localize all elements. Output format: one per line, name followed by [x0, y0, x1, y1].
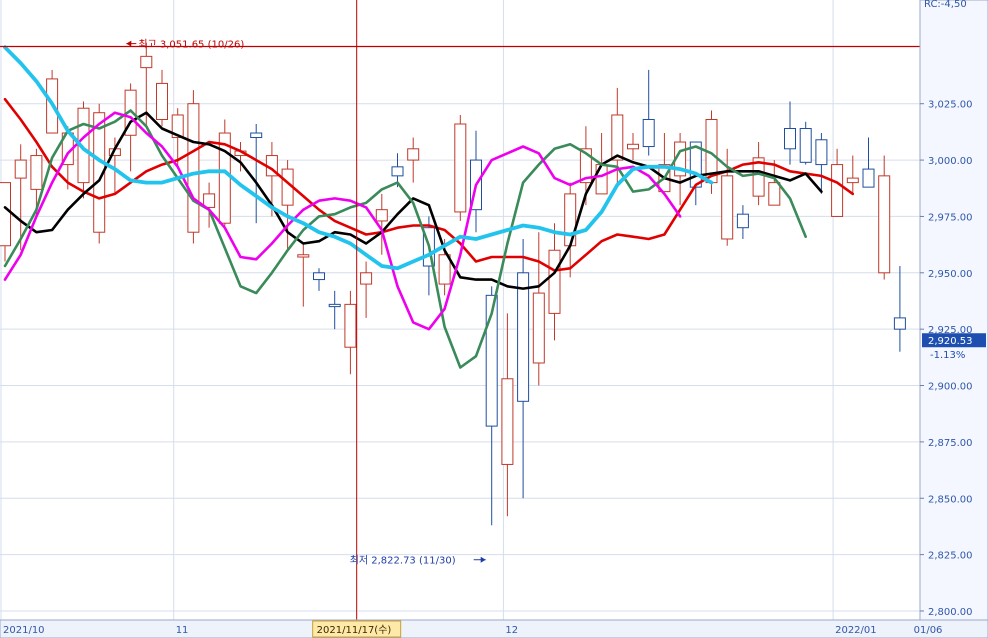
y-tick-label: 2,975.00 [928, 212, 973, 223]
low-annotation: 최저 2,822.73 (11/30) [350, 555, 456, 567]
candle-body [878, 175, 891, 274]
candle-body [187, 103, 200, 233]
candle-body [30, 155, 43, 190]
y-tick-label: 3,025.00 [928, 100, 973, 111]
candle-body [156, 82, 168, 120]
y-tick-label: 2,825.00 [928, 551, 973, 562]
candle-body [360, 272, 373, 285]
candle-body [501, 378, 514, 465]
candle-body [375, 209, 388, 222]
candle-body [297, 254, 310, 258]
x-tick-label: 2021/10 [3, 625, 45, 636]
candle-body [250, 132, 263, 139]
candle-body [407, 148, 420, 161]
candle-body [328, 303, 341, 308]
candle-body [642, 118, 655, 148]
candle-body [784, 128, 796, 150]
y-tick-label: 2,950.00 [928, 269, 973, 280]
y-tick-label: 2,900.00 [928, 382, 973, 393]
candlestick-chart: 3,050.36최고 3,051.65 (10/26)최저 2,822.73 (… [0, 0, 988, 638]
y-tick-label: 3,000.00 [928, 156, 973, 167]
x-tick-label: 11 [176, 625, 189, 636]
candle-body [799, 128, 812, 163]
candle-body [768, 182, 781, 206]
y-tick-label: 2,875.00 [928, 438, 973, 449]
candle-body [344, 303, 357, 348]
y-tick-label: 2,800.00 [928, 607, 973, 618]
x-tick-label: 01/06 [914, 625, 943, 636]
candle-body [517, 272, 530, 402]
x-tick-label: 12 [505, 625, 518, 636]
candle-body [391, 166, 404, 177]
candle-body [595, 164, 608, 195]
cursor-date-label: 2021/11/17(수) [317, 624, 392, 636]
candle-body [0, 182, 11, 247]
candle-body [313, 272, 325, 281]
candle-body [831, 164, 844, 217]
last-price-label: 2,920.53 [928, 336, 973, 347]
candle-body [14, 159, 27, 179]
candle-body [736, 213, 749, 229]
y-tick-label: 2,850.00 [928, 494, 973, 505]
candle-body [627, 143, 639, 150]
candle-body [862, 168, 875, 188]
candle-body [611, 114, 624, 161]
candle-body [846, 177, 859, 184]
candle-body [140, 55, 153, 69]
high-annotation: 최고 3,051.65 (10/26) [138, 39, 244, 51]
candle-body [454, 123, 467, 213]
top-right-label: RC:-4,50 [924, 0, 967, 10]
last-change-label: -1.13% [930, 350, 965, 361]
candle-body [893, 317, 906, 330]
candle-body [721, 175, 734, 240]
candle-body [815, 139, 828, 166]
candle-body [564, 193, 577, 247]
candle-body [532, 292, 545, 364]
candle-body [548, 249, 561, 314]
x-tick-label: 2022/01 [835, 625, 877, 636]
